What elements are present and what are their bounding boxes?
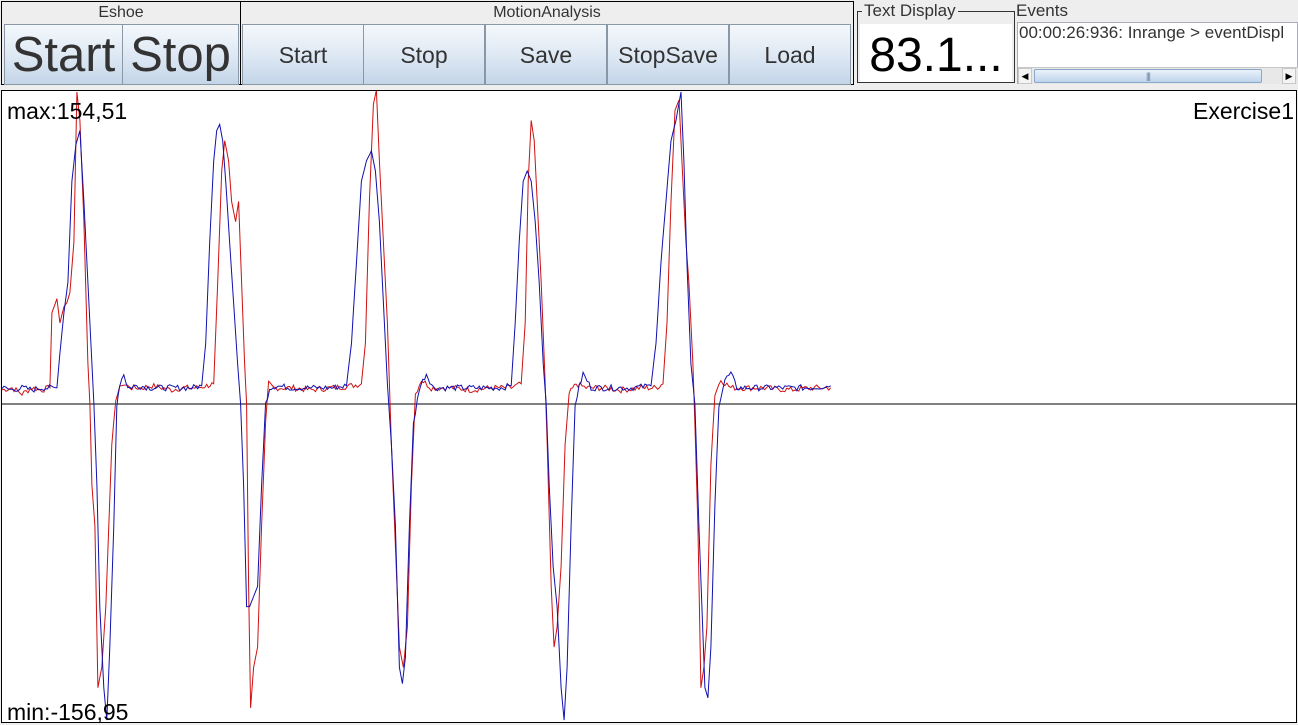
scroll-right-icon[interactable]: ▶	[1282, 68, 1296, 84]
max-label: max:154,51	[7, 98, 128, 124]
signal-plot: max:154,51 Exercise1 min:-156,95	[1, 90, 1297, 725]
events-title: Events	[1016, 1, 1068, 20]
motion-save-button[interactable]: Save	[485, 24, 607, 85]
motion-start-button[interactable]: Start	[242, 24, 364, 85]
series-line-blue	[2, 91, 831, 721]
eshoe-title: Eshoe	[98, 4, 144, 21]
text-display-value: 83.1...	[860, 24, 1012, 82]
events-item[interactable]: 00:00:26:936: Inrange > eventDispl	[1018, 23, 1297, 43]
signal-plot-svg	[2, 91, 1296, 721]
motion-load-button[interactable]: Load	[729, 24, 851, 85]
series-line-red	[2, 91, 832, 708]
motion-analysis-title: MotionAnalysis	[493, 4, 601, 21]
eshoe-panel: Eshoe Start Stop	[1, 1, 241, 85]
scroll-left-icon[interactable]: ◀	[1018, 68, 1032, 84]
scroll-thumb[interactable]: |||	[1034, 69, 1262, 83]
motion-stop-button[interactable]: Stop	[363, 24, 485, 85]
text-display-title: Text Display	[862, 1, 958, 20]
min-label: min:-156,95	[7, 699, 129, 725]
motion-analysis-panel: MotionAnalysis Start Stop Save StopSave …	[240, 1, 854, 85]
eshoe-start-button[interactable]: Start	[4, 24, 123, 85]
motion-stopsave-button[interactable]: StopSave	[607, 24, 729, 85]
chart-title: Exercise1	[1193, 98, 1294, 124]
eshoe-stop-button[interactable]: Stop	[122, 24, 239, 85]
events-horizontal-scrollbar[interactable]: ◀ ||| ▶	[1018, 67, 1298, 84]
